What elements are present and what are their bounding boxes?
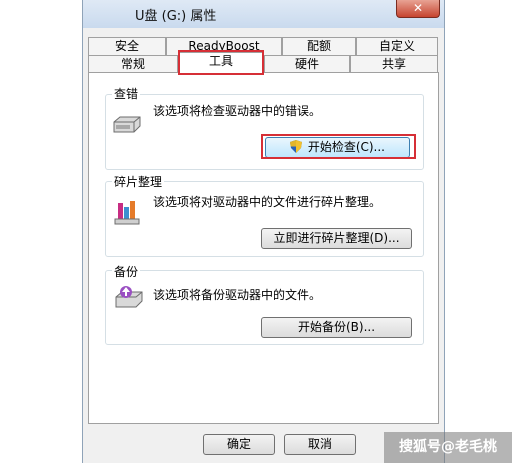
tab-hardware[interactable]: 硬件	[264, 55, 350, 73]
tab-customize[interactable]: 自定义	[356, 37, 438, 55]
backup-label: 备份	[112, 263, 141, 280]
tab-general[interactable]: 常规	[88, 55, 178, 73]
error-check-description: 该选项将检查驱动器中的错误。	[153, 104, 322, 118]
backup-description: 该选项将备份驱动器中的文件。	[153, 288, 322, 302]
ok-button[interactable]: 确定	[203, 434, 275, 455]
defrag-description: 该选项将对驱动器中的文件进行碎片整理。	[153, 195, 382, 209]
backup-icon	[115, 286, 143, 308]
watermark: 搜狐号@老毛桃	[384, 432, 512, 463]
tab-tools-highlight	[178, 50, 264, 75]
drive-icon	[113, 116, 141, 133]
start-backup-button[interactable]: 开始备份(B)...	[261, 317, 412, 338]
title-bar: U盘 (G:) 属性 ✕	[83, 0, 444, 28]
error-check-label: 查错	[112, 85, 141, 102]
window-title: U盘 (G:) 属性	[135, 9, 217, 24]
cancel-button[interactable]: 取消	[284, 434, 356, 455]
defrag-icon	[114, 201, 140, 225]
tab-security[interactable]: 安全	[88, 37, 166, 55]
close-button[interactable]: ✕	[396, 0, 440, 18]
close-icon: ✕	[412, 1, 424, 15]
defrag-now-button[interactable]: 立即进行碎片整理(D)...	[261, 228, 412, 249]
tab-sharing[interactable]: 共享	[350, 55, 438, 73]
defrag-label: 碎片整理	[112, 173, 165, 190]
tab-quota[interactable]: 配额	[282, 37, 356, 55]
start-check-highlight	[261, 134, 416, 159]
